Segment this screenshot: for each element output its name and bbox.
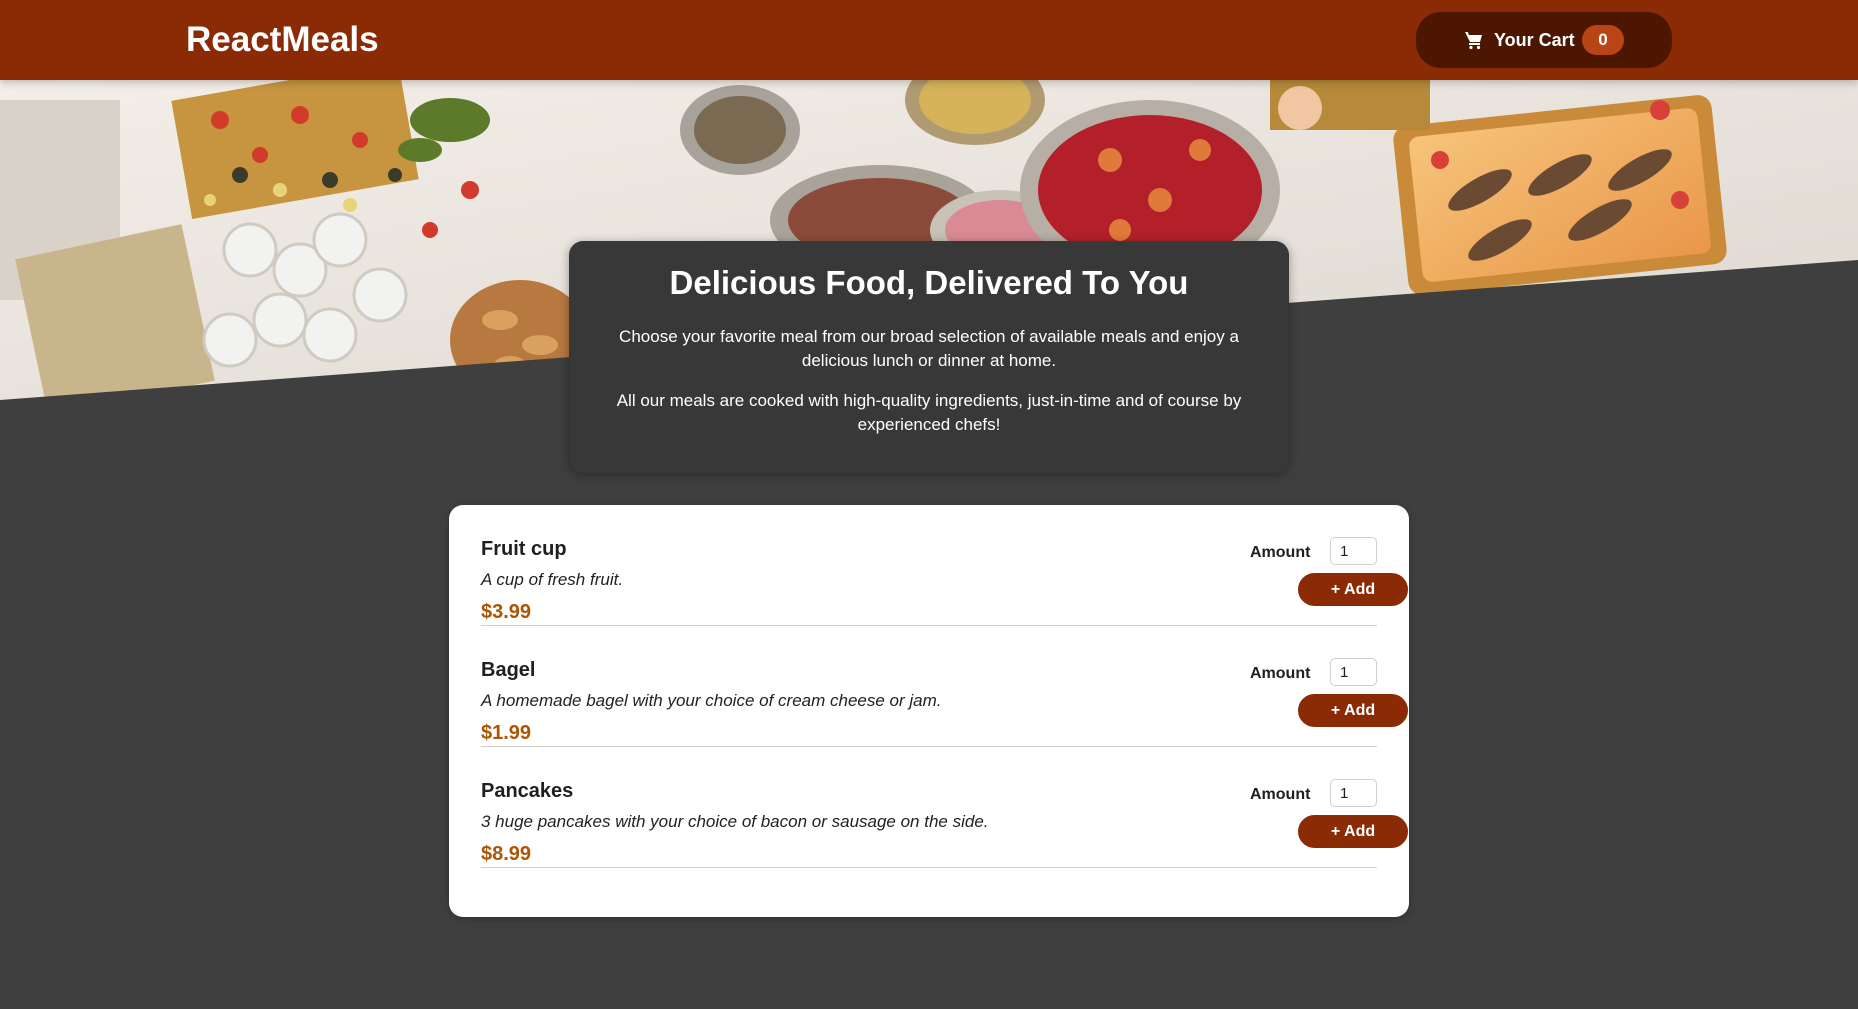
app-brand: ReactMeals <box>186 20 379 59</box>
summary-title: Delicious Food, Delivered To You <box>669 264 1189 301</box>
amount-input[interactable] <box>1330 537 1377 565</box>
cart-label: Your Cart <box>1494 30 1575 50</box>
meal-item: Fruit cup A cup of fresh fruit. $3.99 Am… <box>481 505 1408 626</box>
meal-price: $8.99 <box>481 843 532 865</box>
app-header: ReactMeals Your Cart 0 <box>0 0 1858 80</box>
meal-item: Pancakes 3 huge pancakes with your choic… <box>481 747 1408 868</box>
add-to-cart-button[interactable]: + Add <box>1298 573 1408 606</box>
meal-description: A homemade bagel with your choice of cre… <box>481 691 942 710</box>
amount-label: Amount <box>1250 786 1311 803</box>
summary-paragraph: All our meals are cooked with high-quali… <box>616 391 1242 434</box>
amount-label: Amount <box>1250 544 1311 561</box>
meal-price: $1.99 <box>481 722 532 744</box>
amount-input[interactable] <box>1330 658 1377 686</box>
summary-paragraph: Choose your favorite meal from our broad… <box>619 327 1239 370</box>
cart-button[interactable]: Your Cart 0 <box>1416 12 1672 68</box>
meal-description: A cup of fresh fruit. <box>481 570 624 589</box>
amount-label: Amount <box>1250 665 1311 682</box>
meal-name: Pancakes <box>481 780 574 802</box>
meal-name: Fruit cup <box>481 538 567 560</box>
available-meals-card: Fruit cup A cup of fresh fruit. $3.99 Am… <box>449 505 1409 917</box>
add-to-cart-button[interactable]: + Add <box>1298 815 1408 848</box>
add-to-cart-button[interactable]: + Add <box>1298 694 1408 727</box>
meals-summary-card: Delicious Food, Delivered To You Choose … <box>569 241 1289 473</box>
cart-count-badge: 0 <box>1582 25 1624 55</box>
meal-item: Bagel A homemade bagel with your choice … <box>481 626 1408 747</box>
amount-input[interactable] <box>1330 779 1377 807</box>
cart-icon <box>1465 32 1482 50</box>
meal-name: Bagel <box>481 659 536 681</box>
meal-description: 3 huge pancakes with your choice of baco… <box>481 812 989 831</box>
meal-price: $3.99 <box>481 601 532 623</box>
